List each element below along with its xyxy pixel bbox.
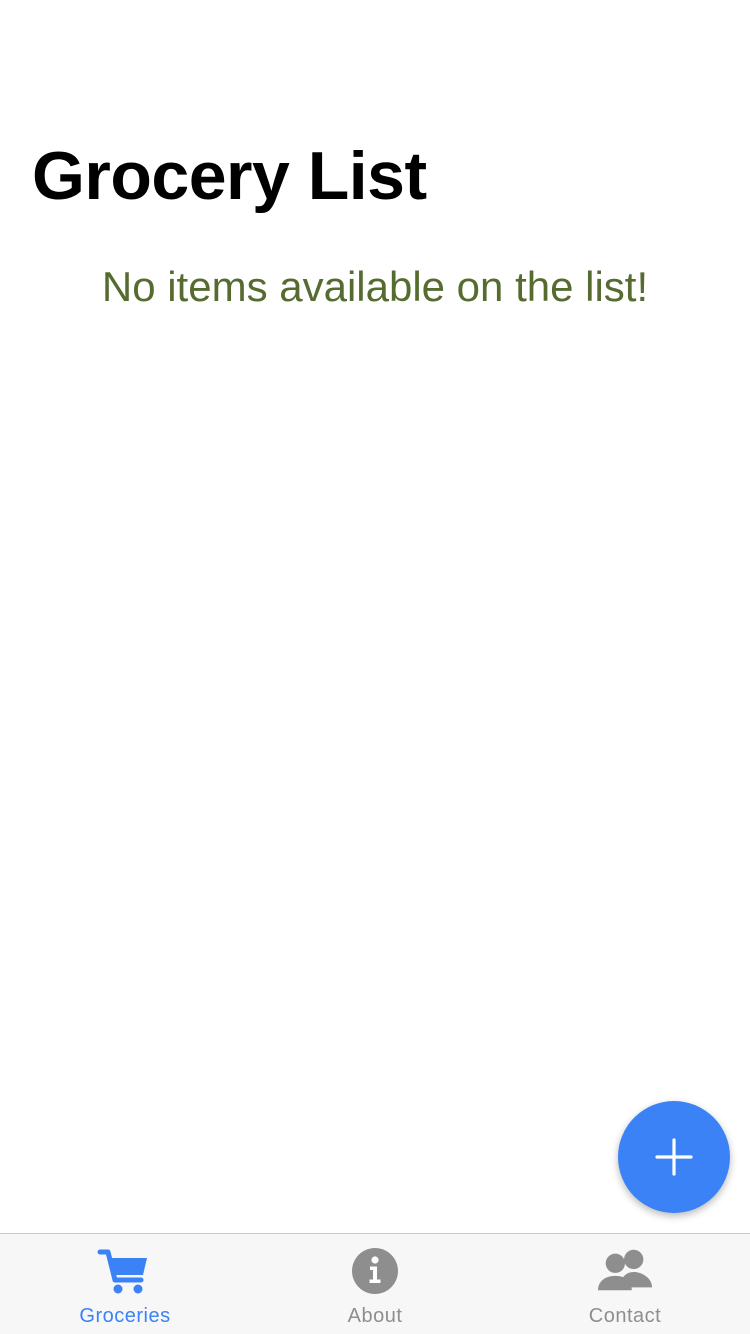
tab-label-about: About <box>347 1305 403 1327</box>
tab-label-contact: Contact <box>588 1305 662 1327</box>
add-item-button[interactable] <box>618 1101 730 1213</box>
info-circle-icon <box>347 1246 403 1296</box>
page-title: Grocery List <box>32 138 427 214</box>
tab-bar: Groceries About Contact <box>0 1233 750 1334</box>
tab-label-groceries: Groceries <box>79 1305 171 1327</box>
empty-list-message: No items available on the list! <box>101 263 649 310</box>
tab-groceries[interactable]: Groceries <box>0 1234 250 1334</box>
users-icon <box>597 1246 653 1296</box>
app-screen: Grocery List No items available on the l… <box>0 0 750 1334</box>
plus-icon <box>655 1138 693 1176</box>
tab-about[interactable]: About <box>250 1234 500 1334</box>
cart-icon <box>97 1246 153 1296</box>
tab-contact[interactable]: Contact <box>500 1234 750 1334</box>
